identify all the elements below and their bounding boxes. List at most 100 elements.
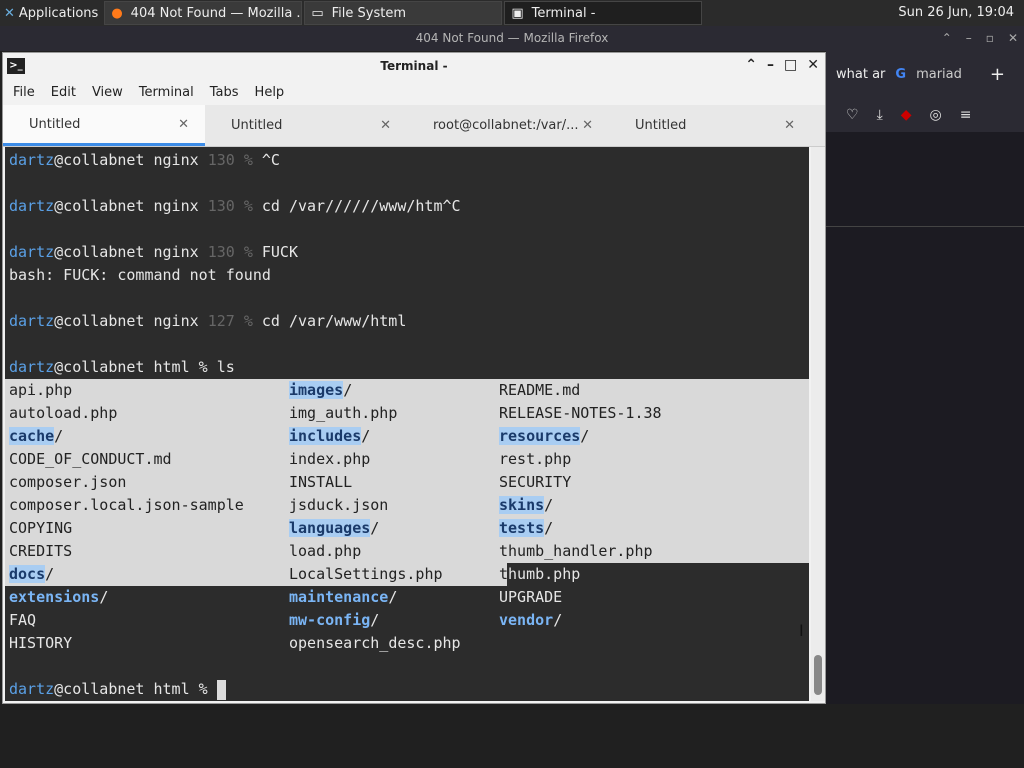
firefox-tab-2[interactable]: mariad (916, 67, 962, 82)
firefox-tab-1[interactable]: what ar (836, 67, 885, 82)
dir-slash: / (343, 381, 353, 399)
dir-slash: / (361, 427, 371, 445)
download-icon[interactable]: ⤓ (877, 107, 883, 123)
ls-entry: img_auth.php (289, 402, 397, 425)
tab-1[interactable]: Untitled ✕ (3, 105, 205, 146)
ls-entry: README.md (499, 379, 580, 402)
exit-code: 127 (207, 312, 244, 330)
tab-4[interactable]: Untitled ✕ (609, 105, 811, 146)
close-icon[interactable]: ✕ (1008, 26, 1018, 51)
dir-name: mw-config (289, 611, 371, 629)
menu-bar: File Edit View Terminal Tabs Help (3, 79, 825, 105)
prompt-host: @collabnet html (54, 358, 199, 376)
prompt-host: @collabnet nginx (54, 243, 208, 261)
minimize-icon[interactable]: – (966, 26, 972, 51)
dir-slash: / (45, 565, 55, 583)
maximize-icon[interactable]: □ (784, 57, 797, 73)
tab-2[interactable]: Untitled ✕ (205, 105, 407, 146)
taskbar-item-terminal[interactable]: ▣ Terminal - (504, 1, 703, 25)
taskbar-label: File System (331, 5, 406, 21)
scrollbar-thumb[interactable] (814, 655, 822, 695)
file-name: UPGRADE (499, 588, 563, 606)
prompt-symbol: % (243, 243, 262, 261)
maximize-icon[interactable]: ▫ (986, 26, 994, 51)
file-name: humb.php (508, 565, 581, 583)
file-name: img_auth.php (289, 404, 398, 422)
close-icon[interactable]: ✕ (784, 118, 795, 133)
xfce-icon: ✕ (4, 5, 15, 21)
file-name: index.php (289, 450, 371, 468)
ls-entry: docs/ (9, 563, 54, 586)
ls-entry: skins/ (499, 494, 553, 517)
close-icon[interactable]: ✕ (380, 118, 391, 133)
firefox-icon: ● (111, 5, 123, 21)
file-name: LocalSettings.php (289, 565, 443, 583)
text-cursor-icon: I (799, 621, 804, 640)
folder-icon: ▭ (311, 5, 324, 21)
menu-file[interactable]: File (13, 85, 35, 100)
ls-entry: maintenance/ (289, 586, 397, 609)
ls-entry: languages/ (289, 517, 379, 540)
ls-entry: composer.json (9, 471, 126, 494)
dir-name: resources (499, 427, 581, 445)
top-panel: ✕ Applications ● 404 Not Found — Mozilla… (0, 0, 1024, 26)
command: cd /var//////www/htm^C (261, 197, 461, 215)
tab-label: root@collabnet:/var/... (433, 118, 579, 133)
ls-entry: mw-config/ (289, 609, 379, 632)
file-name: t (499, 565, 509, 583)
dir-name: maintenance (289, 588, 389, 606)
applications-label: Applications (18, 5, 99, 21)
file-name: autoload.php (9, 404, 118, 422)
ls-entry: autoload.php (9, 402, 117, 425)
dir-name: vendor (499, 611, 554, 629)
ls-entry: CODE_OF_CONDUCT.md (9, 448, 172, 471)
menu-help[interactable]: Help (255, 85, 285, 100)
taskbar-item-filesystem[interactable]: ▭ File System (304, 1, 503, 25)
menu-edit[interactable]: Edit (51, 85, 76, 100)
window-title: Terminal - (380, 59, 448, 73)
clock[interactable]: Sun 26 Jun, 19:04 (898, 0, 1014, 26)
menu-icon[interactable]: ≡ (960, 107, 972, 123)
prompt-line: dartz@collabnet nginx 127 % cd /var/www/… (9, 310, 406, 333)
exit-code: 130 (207, 151, 244, 169)
taskbar-label: Terminal - (531, 5, 596, 21)
scrollbar[interactable] (811, 147, 825, 701)
file-name: INSTALL (289, 473, 353, 491)
terminal-output[interactable]: dartz@collabnet nginx 130 % ^C dartz@coll… (5, 147, 809, 701)
close-icon[interactable]: ✕ (582, 118, 593, 133)
dir-name: images (289, 381, 344, 399)
chevron-up-icon[interactable]: ⌃ (942, 26, 952, 51)
close-icon[interactable]: ✕ (807, 57, 819, 73)
close-icon[interactable]: ✕ (178, 117, 189, 132)
menu-terminal[interactable]: Terminal (139, 85, 194, 100)
chevron-up-icon[interactable]: ⌃ (745, 57, 757, 73)
exit-code: 130 (207, 197, 244, 215)
ls-entry: UPGRADE (499, 586, 562, 609)
ls-entry: rest.php (499, 448, 571, 471)
file-name: load.php (289, 542, 362, 560)
dir-slash: / (553, 611, 563, 629)
new-tab-icon[interactable]: + (990, 64, 1005, 85)
tab-3[interactable]: root@collabnet:/var/... ✕ (407, 105, 609, 146)
taskbar-item-firefox[interactable]: ● 404 Not Found — Mozilla ... (104, 1, 303, 25)
dir-slash: / (388, 588, 398, 606)
menu-view[interactable]: View (92, 85, 123, 100)
ls-entry: jsduck.json (289, 494, 388, 517)
prompt-symbol: % (243, 151, 262, 169)
ublock-icon[interactable]: ◆ (901, 107, 912, 123)
google-icon: G (895, 67, 907, 82)
command: ^C (261, 151, 280, 169)
minimize-icon[interactable]: – (767, 57, 774, 73)
extension-icon[interactable]: ◎ (930, 107, 942, 123)
ls-entry: extensions/ (9, 586, 108, 609)
pocket-icon[interactable]: ♡ (846, 107, 859, 123)
ls-entry: tests/ (499, 517, 553, 540)
menu-tabs[interactable]: Tabs (210, 85, 239, 100)
terminal-titlebar[interactable]: >_ Terminal - ⌃ – □ ✕ (3, 53, 825, 79)
tab-label: Untitled (635, 118, 687, 133)
tab-label: Untitled (231, 118, 283, 133)
exit-code: 130 (207, 243, 244, 261)
applications-menu[interactable]: ✕ Applications (0, 0, 102, 26)
tab-label: Untitled (29, 116, 81, 132)
prompt-host: @collabnet nginx (54, 312, 208, 330)
